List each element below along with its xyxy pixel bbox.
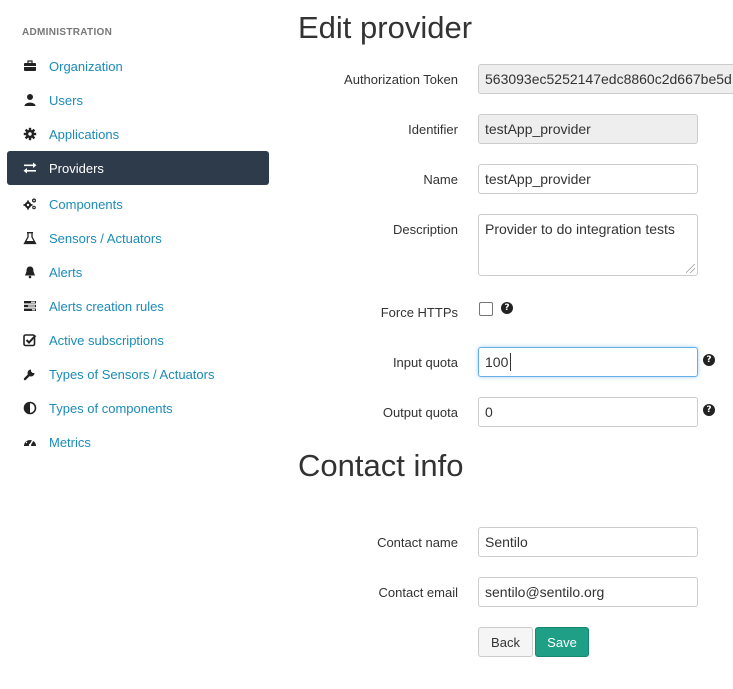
sidebar-item-types-of-sensors[interactable]: Types of Sensors / Actuators <box>7 357 269 391</box>
auth-token-field[interactable]: 563093ec5252147edc8860c2d667be5d <box>478 64 733 94</box>
name-label: Name <box>423 172 458 187</box>
output-quota-label: Output quota <box>382 405 458 420</box>
dashboard-icon <box>23 435 37 449</box>
contact-name-label: Contact name <box>377 535 458 550</box>
contact-info-title: Contact info <box>298 448 464 483</box>
sidebar-item-label: Organization <box>49 58 123 74</box>
force-https-label: Force HTTPs <box>380 305 458 320</box>
contact-email-field[interactable]: sentilo@sentilo.org <box>478 577 698 607</box>
sidebar-item-components[interactable]: Components <box>7 187 269 221</box>
sidebar-item-label: Sensors / Actuators <box>49 230 162 246</box>
sidebar: ADMINISTRATION Organization Users Applic… <box>0 0 280 689</box>
force-https-help-icon[interactable]: ? <box>501 302 513 314</box>
sidebar-header: ADMINISTRATION <box>22 27 113 38</box>
user-icon <box>23 93 37 107</box>
check-square-icon <box>23 333 37 347</box>
sidebar-item-label: Alerts <box>49 264 83 280</box>
briefcase-icon <box>23 59 37 73</box>
sidebar-item-alerts-creation-rules[interactable]: Alerts creation rules <box>7 289 269 323</box>
sidebar-item-providers[interactable]: Providers <box>7 151 269 185</box>
description-textarea[interactable]: Provider to do integration tests <box>478 214 698 276</box>
sidebar-item-alerts[interactable]: Alerts <box>7 255 269 289</box>
gear-icon <box>23 127 37 141</box>
identifier-label: Identifier <box>408 122 458 137</box>
contact-name-field[interactable]: Sentilo <box>478 527 698 557</box>
sidebar-item-label: Applications <box>49 126 120 142</box>
bell-icon <box>23 265 37 279</box>
textarea-resize-handle[interactable] <box>686 264 695 273</box>
page-title: Edit provider <box>298 10 473 45</box>
input-quota-label: Input quota <box>392 355 458 370</box>
sidebar-item-label: Users <box>49 92 83 108</box>
sidebar-item-organization[interactable]: Organization <box>7 49 269 83</box>
sidebar-item-label: Types of Sensors / Actuators <box>49 366 215 382</box>
back-button[interactable]: Back <box>478 627 533 657</box>
adjust-icon <box>23 401 37 415</box>
auth-token-label: Authorization Token <box>344 72 458 87</box>
sidebar-item-label: Providers <box>49 160 104 176</box>
text-cursor <box>510 353 511 371</box>
input-quota-field[interactable]: 100 <box>478 347 698 377</box>
sidebar-item-label: Types of components <box>49 400 173 416</box>
sidebar-item-label: Alerts creation rules <box>49 298 164 314</box>
output-quota-help-icon[interactable]: ? <box>703 404 715 416</box>
wrench-icon <box>23 367 37 381</box>
save-button[interactable]: Save <box>535 627 589 657</box>
name-field[interactable]: testApp_provider <box>478 164 698 194</box>
tasks-icon <box>23 299 37 313</box>
sidebar-item-users[interactable]: Users <box>7 83 269 117</box>
sidebar-item-label: Components <box>49 196 123 212</box>
input-quota-help-icon[interactable]: ? <box>703 354 715 366</box>
sidebar-item-metrics[interactable]: Metrics <box>7 425 269 459</box>
output-quota-field[interactable]: 0 <box>478 397 698 427</box>
contact-email-label: Contact email <box>378 585 458 600</box>
exchange-icon <box>23 161 37 175</box>
description-label: Description <box>392 222 458 237</box>
sidebar-item-sensors[interactable]: Sensors / Actuators <box>7 221 269 255</box>
sidebar-item-active-subscriptions[interactable]: Active subscriptions <box>7 323 269 357</box>
force-https-checkbox[interactable] <box>479 302 493 316</box>
flask-icon <box>23 231 37 245</box>
identifier-field[interactable]: testApp_provider <box>478 114 698 144</box>
cogs-icon <box>23 197 37 211</box>
sidebar-item-label: Metrics <box>49 434 91 450</box>
sidebar-item-label: Active subscriptions <box>49 332 164 348</box>
sidebar-item-applications[interactable]: Applications <box>7 117 269 151</box>
sidebar-item-types-of-components[interactable]: Types of components <box>7 391 269 425</box>
